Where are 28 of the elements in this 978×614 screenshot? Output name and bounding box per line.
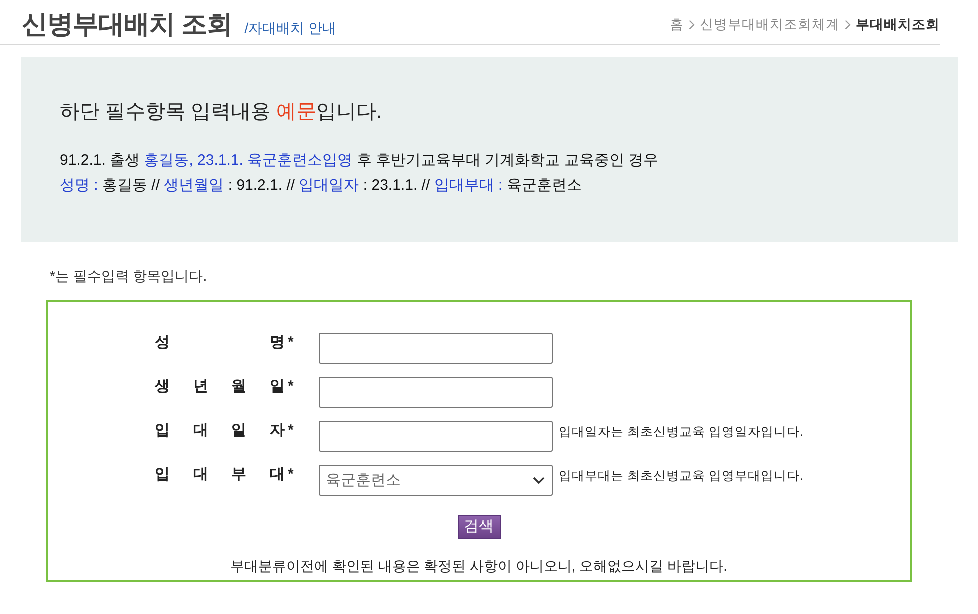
search-button[interactable]: 검색 xyxy=(458,515,500,539)
field-label: 생 년 월 일 xyxy=(155,377,285,397)
field-label: 성 명 xyxy=(155,333,285,353)
required-mark: * xyxy=(288,465,295,485)
field-hint: 입대부대는 최초신병교육 입영부대입니다. xyxy=(559,468,804,485)
breadcrumb-link[interactable]: 부대배치조회 xyxy=(856,17,940,33)
select-field[interactable]: 육군훈련소 xyxy=(319,465,553,496)
required-mark: * xyxy=(288,421,295,441)
field-hint: 입대일자는 최초신병교육 입영일자입니다. xyxy=(559,424,804,441)
breadcrumb-link[interactable]: 신병부대배치조회체계 xyxy=(700,17,840,33)
notice-text: 부대분류이전에 확인된 내용은 확정된 사항이 아니오니, 오해없으시길 바랍니다. xyxy=(230,558,728,574)
chevron-icon xyxy=(689,20,695,30)
required-mark: * xyxy=(288,377,295,397)
chevron-icon xyxy=(845,20,851,30)
required-mark: * xyxy=(288,333,295,353)
example-text: 성명 : 홍길동 // 생년월일 : 91.2.1. // 입대일자 : 23.1.1. // 입대부대 : 육군훈련소 xyxy=(60,176,583,196)
required-note: *는 필수입력 항목입니다. xyxy=(50,268,208,284)
page-subtitle: /자대배치 안내 xyxy=(244,20,337,38)
example-text: 91.2.1. 출생 홍길동, 23.1.1. 육군훈련소입영 후 후반기교육부대 기계화학교 교육중인 경우 xyxy=(60,151,660,171)
field-label: 입 대 부 대 xyxy=(155,465,285,485)
page-title: 신병부대배치 조회 xyxy=(22,9,233,41)
field-label: 입 대 일 자 xyxy=(155,421,285,441)
breadcrumb-link[interactable]: 홈 xyxy=(670,17,684,33)
input-field[interactable] xyxy=(319,333,553,364)
chevron-down-icon xyxy=(533,476,545,484)
input-field[interactable] xyxy=(319,421,553,452)
input-field[interactable] xyxy=(319,377,553,408)
example-heading: 하단 필수항목 입력내용 예문입니다. xyxy=(60,100,384,125)
